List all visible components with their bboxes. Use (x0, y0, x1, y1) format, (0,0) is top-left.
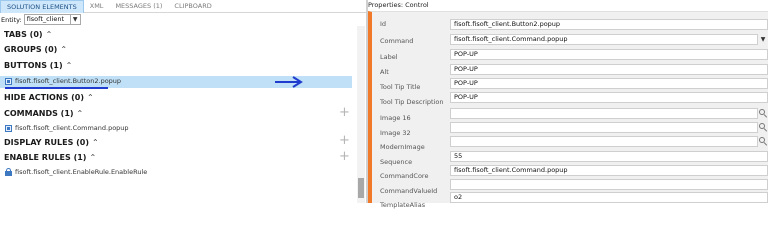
chevron-down-icon[interactable]: ▼ (758, 34, 768, 45)
list-item-label: fisoft.fisoft_client.Command.popup (15, 124, 129, 132)
tab-solution-elements[interactable]: SOLUTION ELEMENTS (0, 0, 84, 13)
tab-messages[interactable]: MESSAGES (1) (109, 0, 168, 12)
prop-label-image16: Image 16 (380, 114, 411, 122)
collapse-caret-icon[interactable]: ⌃ (92, 138, 99, 147)
prop-label-label: Label (380, 53, 398, 61)
list-item-label: fisoft.fisoft_client.EnableRule.EnableRu… (15, 168, 148, 176)
prop-label-id: Id (380, 20, 387, 28)
prop-field-image32[interactable] (450, 122, 758, 133)
prop-label-image32: Image 32 (380, 129, 411, 137)
prop-label-command-core: CommandCore (380, 172, 429, 180)
list-item-button[interactable]: fisoft.fisoft_client.Button2.popup (5, 77, 121, 85)
prop-label-sequence: Sequence (380, 158, 413, 166)
collapse-caret-icon[interactable]: ⌃ (87, 93, 94, 102)
section-buttons[interactable]: BUTTONS (1) ⌃ (4, 61, 72, 70)
command-icon (5, 124, 12, 132)
prop-field-command[interactable]: fisoft.fisoft_client.Command.popup (450, 34, 758, 45)
prop-label-command: Command (380, 37, 414, 45)
prop-field-modern-image[interactable] (450, 136, 758, 147)
properties-grid: Id fisoft.fisoft_client.Button2.popup Co… (368, 11, 768, 209)
collapse-caret-icon[interactable]: ⌃ (89, 153, 96, 162)
section-title: HIDE ACTIONS (0) (4, 93, 84, 102)
lock-icon (5, 168, 12, 176)
tab-clipboard[interactable]: CLIPBOARD (168, 0, 217, 12)
lookup-icon[interactable] (758, 136, 768, 147)
section-groups[interactable]: GROUPS (0) ⌃ (4, 45, 67, 54)
properties-pane: Properties: Control Id fisoft.fisoft_cli… (368, 0, 768, 209)
section-title: DISPLAY RULES (0) (4, 138, 89, 147)
section-title: GROUPS (0) (4, 45, 58, 54)
properties-title: Properties: Control (368, 1, 429, 9)
prop-field-tooltip-description[interactable]: POP-UP (450, 92, 768, 103)
prop-label-tooltip-title: Tool Tip Title (380, 83, 421, 91)
entity-row: Entity: fisoft_client ▼ (0, 13, 81, 26)
prop-field-command-core[interactable]: fisoft.fisoft_client.Command.popup (450, 165, 768, 176)
collapse-caret-icon[interactable]: ⌃ (60, 45, 67, 54)
annotation-underline (5, 87, 108, 89)
ribbon-workbench-window: SOLUTION ELEMENTS XML MESSAGES (1) CLIPB… (0, 0, 768, 209)
add-enable-rule-plus-icon[interactable]: + (339, 150, 350, 163)
tab-bar: SOLUTION ELEMENTS XML MESSAGES (1) CLIPB… (0, 0, 366, 13)
section-tabs[interactable]: TABS (0) ⌃ (4, 30, 52, 39)
prop-field-tooltip-title[interactable]: POP-UP (450, 78, 768, 89)
list-item-enable-rule[interactable]: fisoft.fisoft_client.EnableRule.EnableRu… (5, 168, 147, 176)
button-icon (5, 77, 12, 85)
collapse-caret-icon[interactable]: ⌃ (46, 30, 53, 39)
section-title: ENABLE RULES (1) (4, 153, 87, 162)
chevron-down-icon[interactable]: ▼ (69, 15, 80, 24)
add-command-plus-icon[interactable]: + (339, 106, 350, 119)
prop-field-command-value-id[interactable] (450, 179, 768, 190)
lookup-icon[interactable] (758, 108, 768, 119)
prop-label-alt: Alt (380, 68, 389, 76)
list-item-command[interactable]: fisoft.fisoft_client.Command.popup (5, 124, 129, 132)
section-hide-actions[interactable]: HIDE ACTIONS (0) ⌃ (4, 93, 94, 102)
lookup-icon[interactable] (758, 122, 768, 133)
add-display-rule-plus-icon[interactable]: + (339, 134, 350, 147)
entity-label: Entity: (1, 15, 22, 24)
section-title: TABS (0) (4, 30, 43, 39)
section-enable-rules[interactable]: ENABLE RULES (1) ⌃ (4, 153, 96, 162)
prop-field-label[interactable]: POP-UP (450, 49, 768, 60)
section-title: BUTTONS (1) (4, 61, 63, 70)
section-commands[interactable]: COMMANDS (1) ⌃ (4, 109, 83, 118)
prop-label-template-alias: TemplateAlias (380, 201, 426, 209)
prop-field-alt[interactable]: POP-UP (450, 64, 768, 75)
collapse-caret-icon[interactable]: ⌃ (66, 61, 73, 70)
prop-field-template-alias[interactable]: o2 (450, 192, 768, 203)
prop-label-tooltip-description: Tool Tip Description (380, 98, 444, 106)
section-title: COMMANDS (1) (4, 109, 74, 118)
entity-value: fisoft_client (26, 15, 64, 23)
prop-field-sequence[interactable]: 55 (450, 151, 768, 162)
tab-xml[interactable]: XML (84, 0, 110, 12)
prop-label-modern-image: ModernImage (380, 143, 425, 151)
solution-elements-pane: SOLUTION ELEMENTS XML MESSAGES (1) CLIPB… (0, 0, 366, 203)
scrollbar-thumb[interactable] (358, 178, 364, 198)
prop-field-image16[interactable] (450, 108, 758, 119)
collapse-caret-icon[interactable]: ⌃ (77, 109, 84, 118)
entity-select[interactable]: fisoft_client ▼ (23, 14, 81, 25)
section-display-rules[interactable]: DISPLAY RULES (0) ⌃ (4, 138, 99, 147)
prop-field-id[interactable]: fisoft.fisoft_client.Button2.popup (450, 19, 768, 30)
vertical-scrollbar[interactable] (357, 26, 365, 203)
prop-label-command-value-id: CommandValueId (380, 187, 438, 195)
arrow-right-icon (275, 76, 303, 88)
list-item-label: fisoft.fisoft_client.Button2.popup (15, 77, 122, 85)
